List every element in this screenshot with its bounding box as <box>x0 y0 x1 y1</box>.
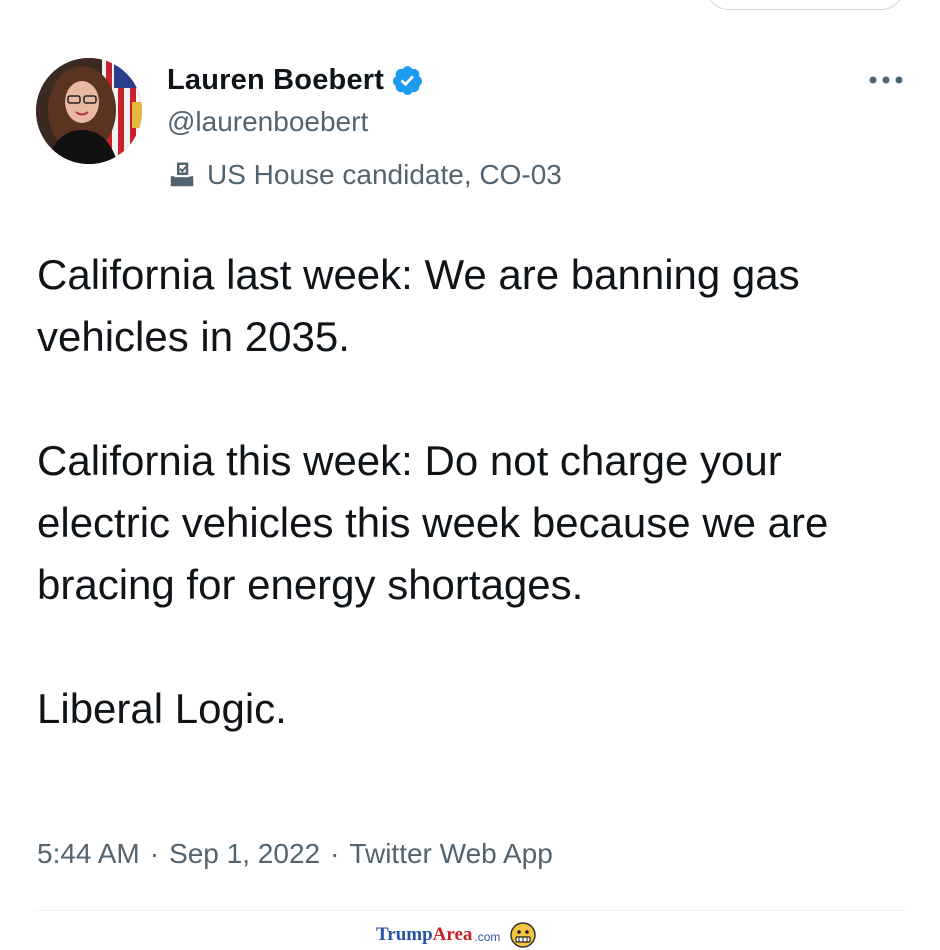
author-name-row[interactable]: Lauren Boebert <box>167 60 424 100</box>
tweet-paragraph: California last week: We are banning gas… <box>37 251 800 360</box>
ballot-box-icon <box>167 160 197 190</box>
watermark-suffix: .com <box>474 930 501 944</box>
tweet-paragraph: California this week: Do not charge your… <box>37 437 829 608</box>
candidate-label: US House candidate, CO-03 <box>167 155 562 195</box>
tweet-date[interactable]: Sep 1, 2022 <box>169 838 320 870</box>
face-emoji-icon <box>510 922 537 948</box>
author-handle[interactable]: @laurenboebert <box>167 106 368 138</box>
tweet-metadata: 5:44 AM · Sep 1, 2022 · Twitter Web App <box>37 832 553 876</box>
tweet-time[interactable]: 5:44 AM <box>37 838 140 870</box>
candidate-label-text: US House candidate, CO-03 <box>207 159 562 190</box>
author-name[interactable]: Lauren Boebert <box>167 64 384 97</box>
verified-badge-icon <box>391 64 424 97</box>
watermark-logo: Trump Area .com <box>376 920 537 950</box>
separator: · <box>330 838 340 869</box>
follow-button[interactable] <box>705 0 905 10</box>
tweet-paragraph: Liberal Logic. <box>37 685 287 732</box>
divider <box>36 910 906 911</box>
separator: · <box>149 838 160 869</box>
avatar[interactable] <box>36 58 142 164</box>
watermark-part1: Trump <box>376 924 433 945</box>
watermark-part2: Area <box>432 924 473 945</box>
more-options-icon[interactable] <box>864 66 908 94</box>
tweet-text: California last week: We are banning gas… <box>37 244 907 740</box>
tweet-source[interactable]: Twitter Web App <box>349 838 552 870</box>
